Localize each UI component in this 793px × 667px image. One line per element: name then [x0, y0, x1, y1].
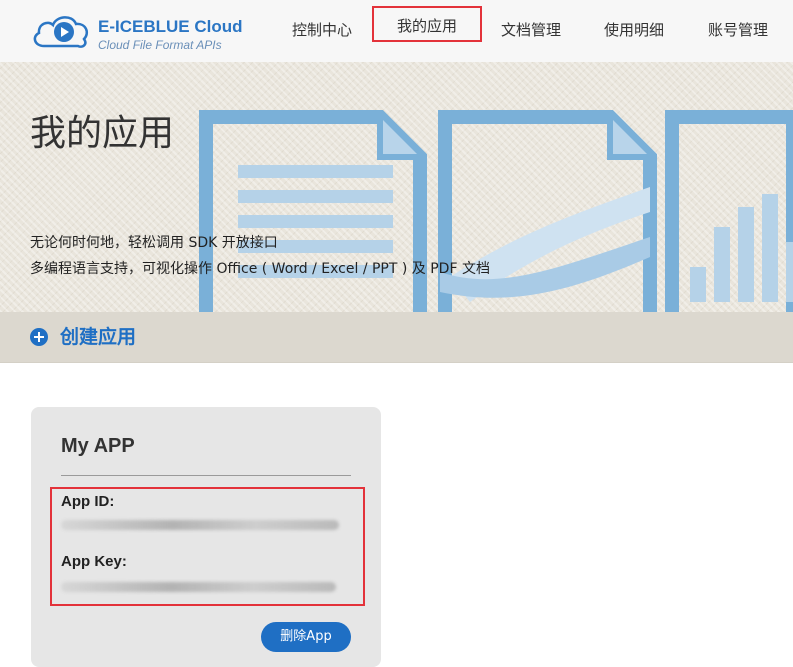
app-key-value-redacted: [61, 582, 336, 592]
page-title: 我的应用: [30, 113, 175, 154]
top-header: E-ICEBLUE Cloud Cloud File Format APIs 控…: [0, 0, 793, 63]
create-app-label: 创建应用: [60, 326, 137, 348]
app-id-label: App ID:: [61, 493, 115, 510]
nav-my-apps[interactable]: 我的应用: [372, 6, 482, 42]
app-key-label: App Key:: [61, 553, 127, 570]
app-card-title: My APP: [61, 435, 135, 457]
app-card: My APP App ID: App Key: 删除App: [31, 407, 381, 667]
card-divider: [61, 475, 351, 476]
delete-app-button[interactable]: 删除App: [261, 622, 351, 652]
banner-description-line-2: 多编程语言支持，可视化操作 Office ( Word / Excel / PP…: [30, 261, 490, 277]
brand-subtitle: Cloud File Format APIs: [98, 38, 222, 52]
nav-account-management[interactable]: 账号管理: [705, 16, 771, 44]
app-id-value-redacted: [61, 520, 339, 530]
plus-circle-icon: [30, 328, 48, 346]
nav-control-center[interactable]: 控制中心: [289, 16, 355, 44]
nav-usage-details[interactable]: 使用明细: [601, 16, 667, 44]
brand-logo[interactable]: E-ICEBLUE Cloud Cloud File Format APIs: [30, 8, 243, 52]
cloud-logo-icon: [33, 16, 88, 48]
brand-title: E-ICEBLUE Cloud: [98, 17, 243, 36]
banner-description-line-1: 无论何时何地，轻松调用 SDK 开放接口: [30, 235, 278, 251]
page-banner: 我的应用 无论何时何地，轻松调用 SDK 开放接口 多编程语言支持，可视化操作 …: [0, 62, 793, 312]
create-app-bar: 创建应用: [0, 312, 793, 363]
nav-document-management[interactable]: 文档管理: [498, 16, 564, 44]
